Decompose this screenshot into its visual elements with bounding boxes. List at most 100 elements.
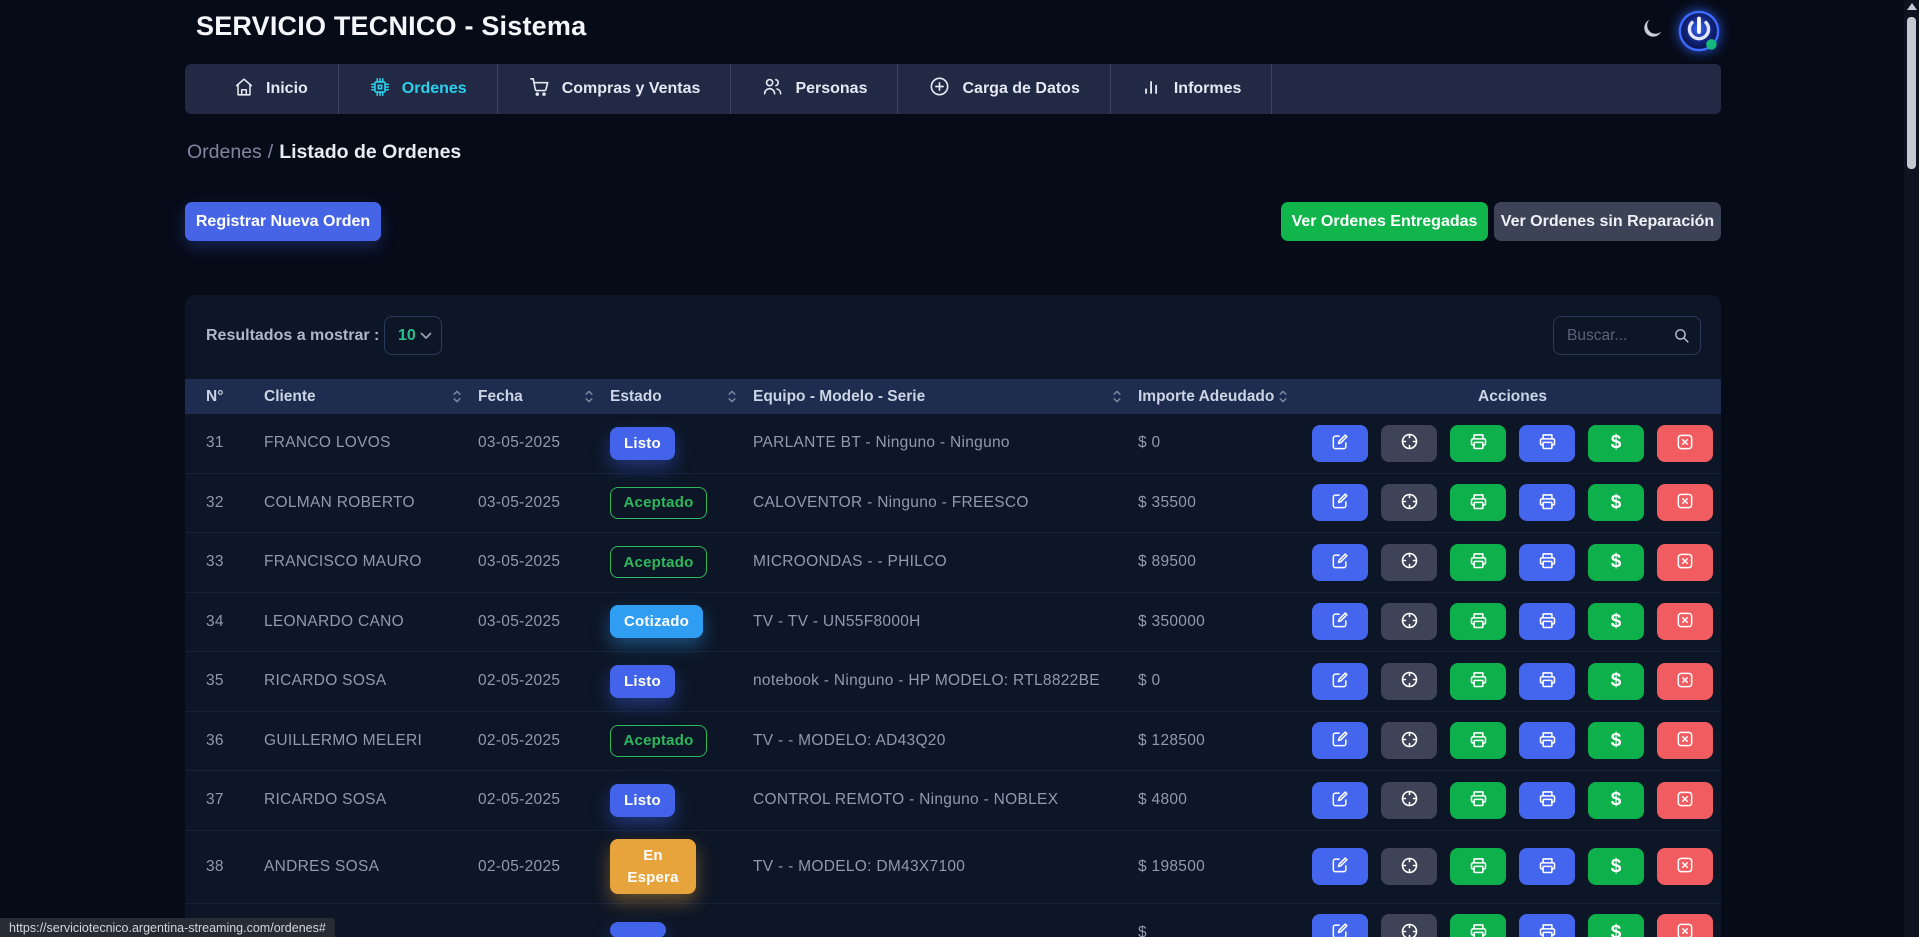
nav-item-carga-datos[interactable]: Carga de Datos (898, 64, 1110, 114)
edit-order-button[interactable] (1312, 603, 1368, 640)
edit-order-button[interactable] (1312, 484, 1368, 521)
order-equipment: PARLANTE BT - Ninguno - Ninguno (753, 434, 1138, 452)
printer-icon (1468, 788, 1489, 812)
payments-button[interactable]: $ (1588, 484, 1644, 521)
order-number: 32 (185, 494, 264, 512)
payments-button[interactable]: $ (1588, 663, 1644, 700)
delete-order-button[interactable] (1657, 663, 1713, 700)
payments-button[interactable]: $ (1588, 914, 1644, 937)
edit-order-button[interactable] (1312, 663, 1368, 700)
track-order-button[interactable] (1381, 484, 1437, 521)
row-actions: $ (1304, 425, 1721, 462)
column-header-importe[interactable]: Importe Adeudado (1138, 388, 1304, 406)
print-ticket-button[interactable] (1519, 914, 1575, 937)
nav-item-ordenes[interactable]: Ordenes (339, 64, 498, 114)
theme-toggle-button[interactable] (1638, 16, 1666, 44)
page-size-select[interactable]: 10 (384, 316, 442, 355)
scrollbar-thumb[interactable] (1907, 17, 1916, 169)
column-header-cliente[interactable]: Cliente (264, 388, 478, 406)
delete-order-button[interactable] (1657, 782, 1713, 819)
track-order-button[interactable] (1381, 914, 1437, 937)
printer-icon (1468, 550, 1489, 574)
nav-item-compras-ventas[interactable]: Compras y Ventas (498, 64, 732, 114)
table-row: 38 ANDRES SOSA 02-05-2025 En Espera TV -… (185, 831, 1721, 904)
column-header-estado[interactable]: Estado (610, 388, 753, 406)
print-order-button[interactable] (1450, 484, 1506, 521)
track-order-button[interactable] (1381, 663, 1437, 700)
column-header-equipo[interactable]: Equipo - Modelo - Serie (753, 388, 1138, 406)
print-order-button[interactable] (1450, 544, 1506, 581)
column-header-fecha[interactable]: Fecha (478, 388, 610, 406)
track-order-button[interactable] (1381, 722, 1437, 759)
edit-order-button[interactable] (1312, 914, 1368, 937)
print-order-button[interactable] (1450, 603, 1506, 640)
print-ticket-button[interactable] (1519, 544, 1575, 581)
column-header-acciones: Acciones (1304, 388, 1721, 406)
scroll-up-arrow-icon[interactable] (1907, 3, 1917, 10)
delete-order-button[interactable] (1657, 603, 1713, 640)
print-order-button[interactable] (1450, 848, 1506, 885)
status-badge: Listo (610, 427, 675, 460)
view-orders-without-repair-button[interactable]: Ver Ordenes sin Reparación (1494, 202, 1721, 241)
print-order-button[interactable] (1450, 782, 1506, 819)
print-ticket-button[interactable] (1519, 484, 1575, 521)
track-order-button[interactable] (1381, 603, 1437, 640)
delete-order-button[interactable] (1657, 914, 1713, 937)
printer-icon (1468, 669, 1489, 693)
row-actions: $ (1304, 914, 1721, 937)
track-order-button[interactable] (1381, 782, 1437, 819)
print-ticket-button[interactable] (1519, 722, 1575, 759)
print-ticket-button[interactable] (1519, 663, 1575, 700)
delete-order-button[interactable] (1657, 848, 1713, 885)
nav-item-personas[interactable]: Personas (731, 64, 898, 114)
search-input[interactable] (1554, 327, 1673, 345)
payments-button[interactable]: $ (1588, 544, 1644, 581)
payments-button[interactable]: $ (1588, 848, 1644, 885)
payments-button[interactable]: $ (1588, 603, 1644, 640)
delete-order-button[interactable] (1657, 425, 1713, 462)
print-order-button[interactable] (1450, 663, 1506, 700)
order-date: 02-05-2025 (478, 858, 610, 876)
sort-icon (452, 389, 462, 404)
nav-item-informes[interactable]: Informes (1111, 64, 1273, 114)
breadcrumb-parent[interactable]: Ordenes (187, 141, 262, 163)
print-order-button[interactable] (1450, 425, 1506, 462)
print-ticket-button[interactable] (1519, 425, 1575, 462)
payments-button[interactable]: $ (1588, 722, 1644, 759)
edit-order-button[interactable] (1312, 848, 1368, 885)
breadcrumb-separator: / (268, 141, 273, 163)
print-ticket-button[interactable] (1519, 782, 1575, 819)
delete-order-button[interactable] (1657, 484, 1713, 521)
edit-icon (1330, 921, 1350, 937)
orders-card: Resultados a mostrar : 10 N° Cliente Fec… (185, 295, 1721, 937)
payments-button[interactable]: $ (1588, 425, 1644, 462)
bar-chart-icon (1141, 76, 1163, 103)
sort-icon (584, 389, 594, 404)
edit-order-button[interactable] (1312, 425, 1368, 462)
status-badge: Listo (610, 784, 675, 817)
track-order-button[interactable] (1381, 425, 1437, 462)
vertical-scrollbar[interactable] (1904, 0, 1919, 937)
register-new-order-button[interactable]: Registrar Nueva Orden (185, 202, 381, 241)
delete-order-button[interactable] (1657, 722, 1713, 759)
nav-item-inicio[interactable]: Inicio (203, 64, 339, 114)
print-ticket-button[interactable] (1519, 848, 1575, 885)
order-amount-due: $ 128500 (1138, 732, 1304, 750)
target-icon (1399, 788, 1420, 812)
order-client: RICARDO SOSA (264, 791, 478, 809)
row-actions: $ (1304, 663, 1721, 700)
payments-button[interactable]: $ (1588, 782, 1644, 819)
print-order-button[interactable] (1450, 722, 1506, 759)
power-button[interactable] (1678, 10, 1720, 52)
delete-order-button[interactable] (1657, 544, 1713, 581)
print-ticket-button[interactable] (1519, 603, 1575, 640)
edit-order-button[interactable] (1312, 782, 1368, 819)
track-order-button[interactable] (1381, 544, 1437, 581)
view-delivered-orders-button[interactable]: Ver Ordenes Entregadas (1281, 202, 1488, 241)
edit-order-button[interactable] (1312, 544, 1368, 581)
nav-item-label: Inicio (266, 80, 308, 98)
edit-order-button[interactable] (1312, 722, 1368, 759)
track-order-button[interactable] (1381, 848, 1437, 885)
order-number: 33 (185, 553, 264, 571)
print-order-button[interactable] (1450, 914, 1506, 937)
